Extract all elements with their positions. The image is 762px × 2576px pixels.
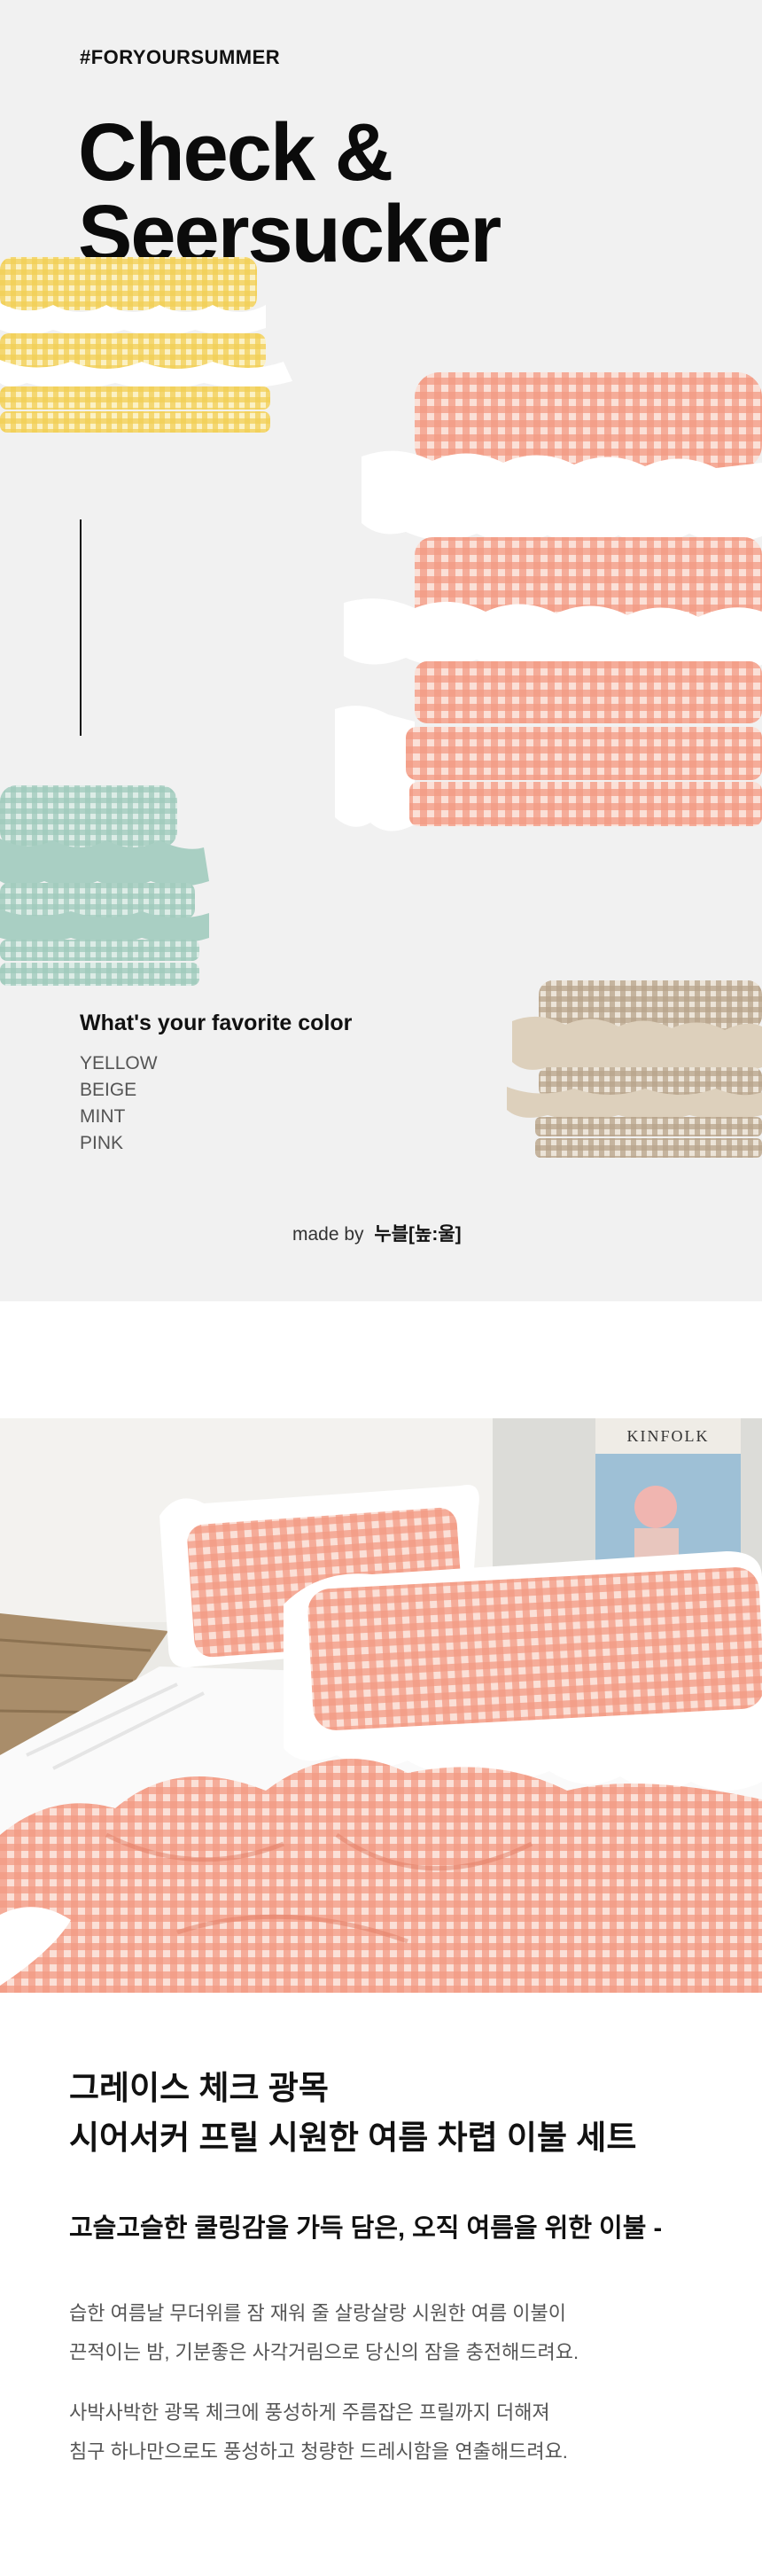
beige-bedding-image — [507, 980, 762, 1158]
mint-bedding-image — [0, 785, 209, 986]
brand-name: 누블[높:울] — [374, 1224, 462, 1245]
favorite-color-question: What's your favorite color — [80, 1011, 353, 1035]
product-subheading: 고슬고슬한 쿨링감을 가득 담은, 오직 여름을 위한 이불 - — [69, 2214, 663, 2243]
color-option: PINK — [80, 1133, 124, 1153]
color-option: YELLOW — [80, 1053, 158, 1073]
hashtag: #FORYOURSUMMER — [80, 46, 281, 68]
color-option: MINT — [80, 1106, 126, 1127]
book-title: KINFOLK — [627, 1427, 710, 1445]
title-line-1: Check & — [78, 107, 393, 198]
product-heading: 그레이스 체크 광목 시어서커 프릴 시원한 여름 차렵 이불 세트 — [69, 2064, 636, 2163]
yellow-bedding-image — [0, 257, 292, 433]
paragraph-2-line-2: 침구 하나만으로도 풍성하고 청량한 드레시함을 연출해드려요. — [69, 2440, 568, 2463]
made-by-label: made by — [292, 1224, 364, 1245]
color-option: BEIGE — [80, 1080, 137, 1100]
hero-section: #FORYOURSUMMER Check & Seersucker What's… — [0, 0, 762, 1301]
description-paragraph-2: 사박사박한 광목 체크에 풍성하게 주름잡은 프릴까지 더해져 침구 하나만으로… — [69, 2393, 568, 2471]
bedroom-illustration: KINFOLK — [0, 1418, 762, 1993]
paragraph-2-line-1: 사박사박한 광목 체크에 풍성하게 주름잡은 프릴까지 더해져 — [69, 2401, 550, 2424]
color-list: YELLOW BEIGE MINT PINK — [80, 1050, 158, 1157]
description-paragraph-1: 습한 여름날 무더위를 잠 재워 줄 살랑살랑 시원한 여름 이불이 끈적이는 … — [69, 2294, 579, 2372]
divider-line — [80, 519, 82, 736]
heading-line-1: 그레이스 체크 광목 — [69, 2070, 329, 2106]
pink-bedding-image — [335, 372, 762, 831]
paragraph-1-line-2: 끈적이는 밤, 기분좋은 사각거림으로 당신의 잠을 충전해드려요. — [69, 2341, 579, 2363]
made-by-credit: made by 누블[높:울] — [292, 1220, 462, 1246]
paragraph-1-line-1: 습한 여름날 무더위를 잠 재워 줄 살랑살랑 시원한 여름 이불이 — [69, 2302, 567, 2324]
heading-line-2: 시어서커 프릴 시원한 여름 차렵 이불 세트 — [69, 2119, 637, 2156]
bedroom-photo: KINFOLK — [0, 1418, 762, 1993]
